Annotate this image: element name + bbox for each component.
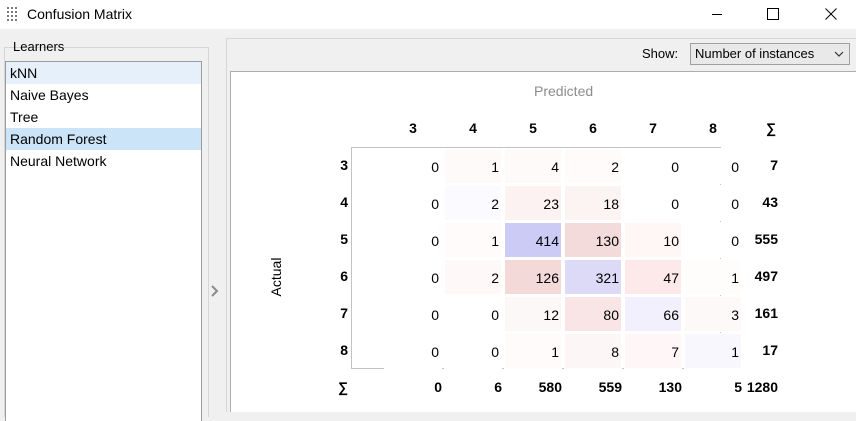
row-sum: 7 [770, 157, 778, 173]
matrix-cell: 12 [504, 296, 562, 332]
matrix-cell: 0 [444, 296, 502, 332]
matrix-cell: 0 [624, 185, 682, 221]
matrix-cell: 1 [444, 148, 502, 184]
minimize-icon [712, 14, 722, 15]
column-header: 6 [589, 120, 597, 136]
row-sum: 43 [762, 194, 778, 210]
column-sum: 6 [494, 379, 502, 395]
matrix-cell: 47 [624, 259, 682, 295]
window-title: Confusion Matrix [27, 6, 133, 22]
show-select-value: Number of instances [695, 46, 815, 61]
learner-item-naive-bayes[interactable]: Naive Bayes [6, 84, 201, 106]
matrix-cell: 0 [384, 259, 442, 295]
row-header: 6 [340, 268, 348, 284]
matrix-cell: 2 [444, 259, 502, 295]
matrix-cell: 80 [564, 296, 622, 332]
matrix-cell: 321 [564, 259, 622, 295]
learner-item-tree[interactable]: Tree [6, 106, 201, 128]
column-header: 4 [469, 120, 477, 136]
matrix-cell: 1 [504, 333, 562, 369]
matrix-cell: 0 [384, 148, 442, 184]
column-header: 5 [529, 120, 537, 136]
row-sum: 555 [754, 231, 778, 247]
row-header: 3 [340, 157, 348, 173]
learner-item-label: Random Forest [10, 131, 107, 147]
minimize-button[interactable] [694, 0, 740, 29]
matrix-cell: 4 [504, 148, 562, 184]
matrix-cell: 414 [504, 222, 562, 258]
matrix-cell: 2 [444, 185, 502, 221]
matrix-cell: 0 [384, 222, 442, 258]
actual-axis-label: Actual [268, 257, 284, 297]
row-sum: 497 [754, 268, 778, 284]
matrix-cell: 7 [624, 333, 682, 369]
close-icon [825, 8, 837, 20]
column-sum-header: ∑ [766, 120, 776, 136]
learner-item-neural-network[interactable]: Neural Network [6, 150, 201, 172]
column-header: 8 [709, 120, 717, 136]
title-bar: Confusion Matrix [0, 0, 856, 29]
show-select[interactable]: Number of instances [690, 43, 850, 65]
matrix-cell: 1 [444, 222, 502, 258]
maximize-button[interactable] [750, 0, 796, 29]
learner-item-label: Tree [10, 109, 39, 125]
matrix-cell: 0 [384, 333, 442, 369]
matrix-cell: 10 [624, 222, 682, 258]
learner-item-label: Neural Network [10, 153, 107, 169]
column-sum: 0 [434, 379, 442, 395]
predicted-axis-label: Predicted [534, 83, 594, 99]
maximize-icon [767, 8, 779, 20]
chevron-down-icon [834, 51, 844, 57]
confusion-matrix-app-icon [7, 7, 17, 21]
learners-list[interactable]: kNN Naive Bayes Tree Random Forest Neura… [5, 61, 202, 421]
matrix-cell: 0 [624, 148, 682, 184]
row-sum: 161 [754, 305, 778, 321]
matrix-cell: 18 [564, 185, 622, 221]
matrix-cell: 0 [444, 333, 502, 369]
column-header: 3 [409, 120, 417, 136]
row-header: 4 [340, 194, 348, 210]
matrix-cell: 23 [504, 185, 562, 221]
show-label: Show: [642, 46, 679, 61]
sum-row-header: ∑ [338, 379, 348, 395]
grand-total: 1280 [746, 379, 778, 395]
row-header: 7 [340, 305, 348, 321]
matrix-cell: 126 [504, 259, 562, 295]
matrix-cell: 8 [564, 333, 622, 369]
column-header: 7 [649, 120, 657, 136]
column-sum: 130 [658, 379, 682, 395]
matrix-cell: 0 [384, 185, 442, 221]
row-header: 8 [340, 342, 348, 358]
learner-item-label: Naive Bayes [10, 87, 89, 103]
matrix-cell: 66 [624, 296, 682, 332]
matrix-cell: 130 [564, 222, 622, 258]
row-sum: 17 [762, 342, 778, 358]
close-button[interactable] [808, 0, 854, 29]
learner-item-label: kNN [10, 65, 38, 81]
learner-item-random-forest[interactable]: Random Forest [6, 128, 201, 150]
matrix-cell: 0 [384, 296, 442, 332]
row-header: 5 [340, 231, 348, 247]
learners-label: Learners [13, 39, 65, 54]
column-sum: 580 [538, 379, 562, 395]
learner-item-knn[interactable]: kNN [6, 62, 201, 84]
chevron-right-icon[interactable] [209, 284, 221, 298]
column-sum: 559 [598, 379, 622, 395]
matrix-cell: 2 [564, 148, 622, 184]
